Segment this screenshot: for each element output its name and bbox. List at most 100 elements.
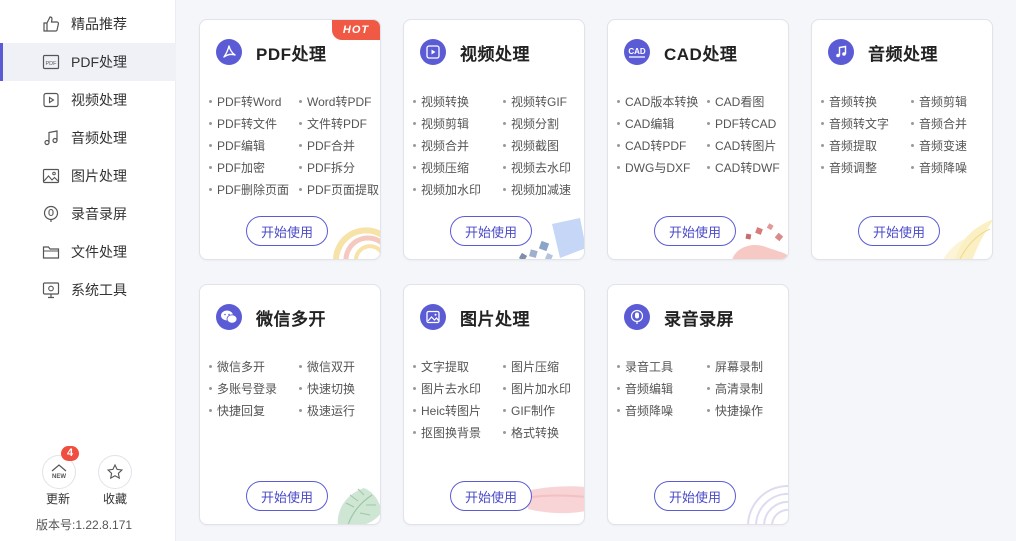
leaf-decoration [943, 219, 992, 259]
sidebar-item-video[interactable]: 视频处理 [0, 81, 176, 119]
start-button[interactable]: 开始使用 [246, 216, 328, 246]
feature-link[interactable]: PDF拆分 [299, 159, 355, 176]
feature-link[interactable]: PDF转文件 [209, 115, 277, 132]
feature-link[interactable]: CAD转PDF [617, 137, 686, 154]
feature-link[interactable]: 文字提取 [413, 358, 469, 375]
feature-link[interactable]: 视频加水印 [413, 181, 481, 198]
feature-link[interactable]: 视频剪辑 [413, 115, 469, 132]
feature-link[interactable]: 视频去水印 [503, 159, 571, 176]
start-button[interactable]: 开始使用 [654, 481, 736, 511]
sidebar-item-pdf[interactable]: PDF PDF处理 [0, 43, 176, 81]
feature-link[interactable]: 微信多开 [209, 358, 265, 375]
feature-link[interactable]: 音频剪辑 [911, 93, 967, 110]
card-header: 录音录屏 [624, 304, 734, 330]
favorite-button[interactable] [98, 455, 132, 489]
feature-link[interactable]: 视频压缩 [413, 159, 469, 176]
feature-link[interactable]: PDF转CAD [707, 115, 776, 132]
feature-link[interactable]: 视频转换 [413, 93, 469, 110]
feature-link[interactable]: 图片压缩 [503, 358, 559, 375]
version-text: 版本号:1.22.8.171 [36, 518, 133, 532]
feature-link[interactable]: 音频合并 [911, 115, 967, 132]
feature-link[interactable]: 音频调整 [821, 159, 877, 176]
feature-link[interactable]: 极速运行 [299, 402, 355, 419]
feature-link[interactable]: 格式转换 [503, 424, 559, 441]
card-title: CAD处理 [664, 44, 738, 64]
feature-link[interactable]: 微信双开 [299, 358, 355, 375]
feature-link[interactable]: 音频降噪 [617, 402, 673, 419]
feature-link[interactable]: 图片去水印 [413, 380, 481, 397]
wechat-icon [216, 304, 242, 330]
feature-link[interactable]: CAD看图 [707, 93, 764, 110]
feature-link[interactable]: 抠图换背景 [413, 424, 481, 441]
sidebar-item-label: PDF处理 [71, 54, 127, 70]
microphone-icon [624, 304, 650, 330]
feature-link[interactable]: CAD转图片 [707, 137, 776, 154]
sidebar: 精品推荐 PDF PDF处理 视频处理 音频处理 图片处理 录音录屏 文件处理 [0, 0, 176, 541]
feature-link[interactable]: 音频编辑 [617, 380, 673, 397]
card-recording[interactable]: 录音录屏 录音工具 屏幕录制 音频编辑 高清录制 音频降噪 快捷操作 开始使用 [607, 284, 789, 525]
sidebar-item-label: 录音录屏 [71, 206, 127, 222]
sidebar-item-label: 视频处理 [71, 92, 127, 108]
card-pdf[interactable]: HOT PDF处理 PDF转Word Word转PDF PDF转文件 文件转PD… [199, 19, 381, 260]
feature-link[interactable]: 屏幕录制 [707, 358, 763, 375]
card-video[interactable]: 视频处理 视频转换 视频转GIF 视频剪辑 视频分割 视频合并 视频截图 视频压… [403, 19, 585, 260]
feature-link[interactable]: 视频截图 [503, 137, 559, 154]
feature-link[interactable]: 音频变速 [911, 137, 967, 154]
start-button[interactable]: 开始使用 [246, 481, 328, 511]
card-header: PDF处理 [216, 39, 327, 65]
start-button[interactable]: 开始使用 [450, 481, 532, 511]
svg-text:CAD: CAD [628, 47, 646, 56]
sidebar-item-file[interactable]: 文件处理 [0, 233, 176, 271]
feature-link[interactable]: PDF加密 [209, 159, 265, 176]
update-label: 更新 [45, 492, 70, 506]
sidebar-item-record[interactable]: 录音录屏 [0, 195, 176, 233]
feature-link[interactable]: 快捷回复 [209, 402, 265, 419]
feature-link[interactable]: CAD编辑 [617, 115, 674, 132]
card-header: 视频处理 [420, 39, 530, 65]
start-button[interactable]: 开始使用 [654, 216, 736, 246]
feature-link[interactable]: 音频转换 [821, 93, 877, 110]
feature-link[interactable]: 快捷操作 [707, 402, 763, 419]
feature-link[interactable]: 视频加减速 [503, 181, 571, 198]
feature-link[interactable]: 图片加水印 [503, 380, 571, 397]
feature-link[interactable]: PDF删除页面 [209, 181, 289, 198]
card-header: 微信多开 [216, 304, 326, 330]
feature-link[interactable]: 多账号登录 [209, 380, 277, 397]
sidebar-item-image[interactable]: 图片处理 [0, 157, 176, 195]
feature-link[interactable]: 音频提取 [821, 137, 877, 154]
card-wechat[interactable]: 微信多开 微信多开 微信双开 多账号登录 快速切换 快捷回复 极速运行 开始使用 [199, 284, 381, 525]
feature-link[interactable]: PDF合并 [299, 137, 355, 154]
sidebar-item-system[interactable]: 系统工具 [0, 271, 176, 309]
feature-link[interactable]: 高清录制 [707, 380, 763, 397]
feature-link[interactable]: CAD转DWF [707, 159, 780, 176]
monstera-leaf-decoration [337, 488, 380, 524]
sidebar-item-audio[interactable]: 音频处理 [0, 119, 176, 157]
card-image[interactable]: 图片处理 文字提取 图片压缩 图片去水印 图片加水印 Heic转图片 GIF制作… [403, 284, 585, 525]
card-title: 微信多开 [256, 309, 326, 329]
feature-link[interactable]: PDF编辑 [209, 137, 265, 154]
sidebar-item-label: 图片处理 [71, 168, 127, 184]
sidebar-item-recommended[interactable]: 精品推荐 [0, 5, 176, 43]
image-icon [42, 168, 60, 184]
card-cad[interactable]: CAD CAD处理 CAD版本转换 CAD看图 CAD编辑 PDF转CAD CA… [607, 19, 789, 260]
feature-link[interactable]: 音频转文字 [821, 115, 889, 132]
feature-link[interactable]: CAD版本转换 [617, 93, 698, 110]
music-icon [44, 130, 58, 146]
feature-link[interactable]: 视频分割 [503, 115, 559, 132]
start-button[interactable]: 开始使用 [858, 216, 940, 246]
feature-link[interactable]: Word转PDF [299, 93, 371, 110]
feature-link[interactable]: PDF转Word [209, 93, 281, 110]
feature-link[interactable]: 视频转GIF [503, 93, 567, 110]
feature-link[interactable]: DWG与DXF [617, 159, 690, 176]
feature-link[interactable]: 视频合并 [413, 137, 469, 154]
feature-link[interactable]: Heic转图片 [413, 402, 481, 419]
feature-link[interactable]: PDF页面提取 [299, 181, 379, 198]
feature-link[interactable]: 录音工具 [617, 358, 673, 375]
feature-link[interactable]: 快速切换 [299, 380, 355, 397]
start-button[interactable]: 开始使用 [450, 216, 532, 246]
card-audio[interactable]: 音频处理 音频转换 音频剪辑 音频转文字 音频合并 音频提取 音频变速 音频调整… [811, 19, 993, 260]
feature-link[interactable]: GIF制作 [503, 402, 555, 419]
feature-link[interactable]: 音频降噪 [911, 159, 967, 176]
card-title: 视频处理 [460, 44, 530, 64]
feature-link[interactable]: 文件转PDF [299, 115, 367, 132]
